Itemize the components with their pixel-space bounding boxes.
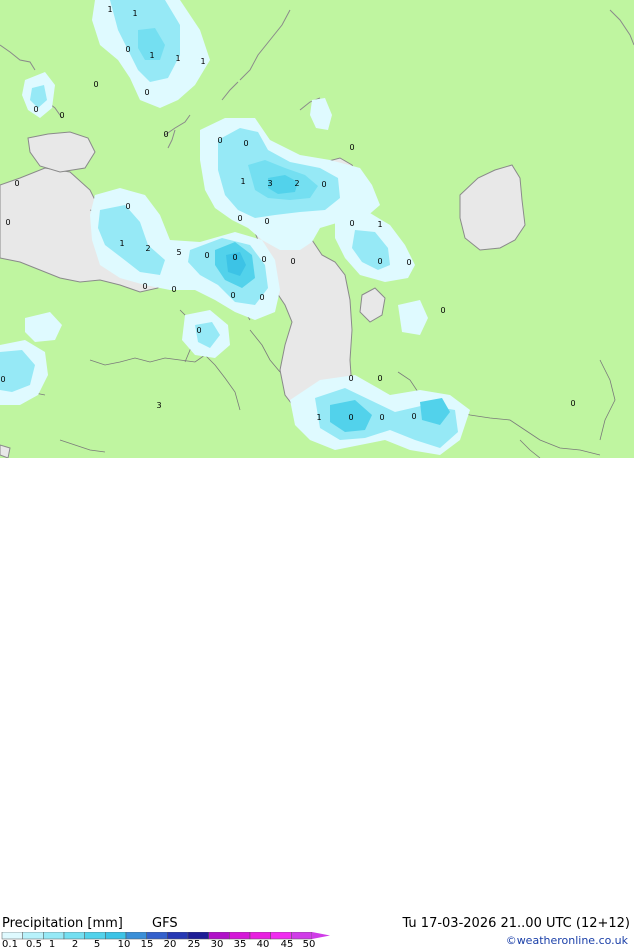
point-value: 0 bbox=[0, 375, 5, 384]
footer: Precipitation [mm] GFS Tu 17-03-2026 21.… bbox=[0, 458, 634, 950]
point-value: 0 bbox=[204, 251, 209, 260]
legend-label: 40 bbox=[256, 939, 270, 950]
legend-label: 10 bbox=[117, 939, 131, 950]
legend-swatch bbox=[229, 932, 251, 940]
legend-label: 0.1 bbox=[2, 939, 18, 950]
credit-link[interactable]: ©weatheronline.co.uk bbox=[506, 934, 628, 947]
point-value: 0 bbox=[5, 218, 10, 227]
precipitation-map: 1 1 1 0 1 1 0 0 0 0 0 0 0 0 1 3 2 0 0 0 0 0 0 1 0 1 2 5 0 0 0 0 0 0 0 0 0 0 0 0… bbox=[0, 0, 634, 458]
legend-swatch bbox=[187, 932, 209, 940]
map-canvas: 1 1 1 0 1 1 0 0 0 0 0 0 0 0 1 3 2 0 0 0 0 0 0 1 0 1 2 5 0 0 0 0 0 0 0 0 0 0 0 0… bbox=[0, 0, 634, 458]
point-value: 0 bbox=[125, 202, 130, 211]
point-value: 0 bbox=[570, 399, 575, 408]
legend-label: 20 bbox=[163, 939, 177, 950]
legend-label: 15 bbox=[140, 939, 154, 950]
model-name: GFS bbox=[152, 916, 178, 931]
point-value: 1 bbox=[377, 220, 382, 229]
legend-swatch bbox=[249, 932, 271, 940]
legend-swatch bbox=[1, 932, 23, 940]
point-value: 0 bbox=[125, 45, 130, 54]
point-value: 0 bbox=[217, 136, 222, 145]
point-value: 0 bbox=[59, 111, 64, 120]
point-value: 5 bbox=[176, 248, 181, 257]
point-value: 1 bbox=[316, 413, 321, 422]
point-value: 0 bbox=[171, 285, 176, 294]
point-value: 0 bbox=[259, 293, 264, 302]
legend-label: 25 bbox=[187, 939, 201, 950]
point-value: 0 bbox=[290, 257, 295, 266]
legend-swatch bbox=[105, 932, 127, 940]
point-value: 0 bbox=[411, 412, 416, 421]
point-value: 0 bbox=[144, 88, 149, 97]
point-value: 1 bbox=[119, 239, 124, 248]
point-value: 0 bbox=[377, 257, 382, 266]
point-value: 2 bbox=[294, 179, 299, 188]
point-value: 2 bbox=[145, 244, 150, 253]
legend-swatch bbox=[208, 932, 230, 940]
point-value: 0 bbox=[237, 214, 242, 223]
point-value: 1 bbox=[240, 177, 245, 186]
point-value: 0 bbox=[264, 217, 269, 226]
point-value: 0 bbox=[230, 291, 235, 300]
point-value: 0 bbox=[14, 179, 19, 188]
legend-label: 1 bbox=[48, 939, 56, 950]
legend-label: 30 bbox=[210, 939, 224, 950]
legend-swatch bbox=[167, 932, 189, 940]
point-value: 0 bbox=[33, 105, 38, 114]
point-value: 1 bbox=[132, 9, 137, 18]
point-value: 1 bbox=[107, 5, 112, 14]
legend-swatch bbox=[22, 932, 44, 940]
point-value: 0 bbox=[349, 143, 354, 152]
legend-swatch bbox=[270, 932, 292, 940]
point-value: 0 bbox=[243, 139, 248, 148]
forecast-datetime: Tu 17-03-2026 21..00 UTC (12+12) bbox=[402, 916, 630, 931]
point-value: 0 bbox=[348, 374, 353, 383]
point-value: 0 bbox=[142, 282, 147, 291]
point-value: 0 bbox=[232, 253, 237, 262]
legend-label: 45 bbox=[280, 939, 294, 950]
point-value: 0 bbox=[349, 219, 354, 228]
legend-swatch bbox=[125, 932, 147, 940]
legend-label: 2 bbox=[71, 939, 79, 950]
legend-label: 35 bbox=[233, 939, 247, 950]
legend-swatch bbox=[146, 932, 168, 940]
point-value: 0 bbox=[321, 180, 326, 189]
legend-label: 5 bbox=[93, 939, 101, 950]
point-value: 3 bbox=[156, 401, 161, 410]
legend-swatch bbox=[84, 932, 106, 940]
point-value: 0 bbox=[406, 258, 411, 267]
point-value: 1 bbox=[149, 51, 154, 60]
point-value: 0 bbox=[163, 130, 168, 139]
point-value: 0 bbox=[440, 306, 445, 315]
point-value: 0 bbox=[379, 413, 384, 422]
legend-swatch bbox=[43, 932, 65, 940]
legend-swatch bbox=[291, 932, 313, 940]
point-value: 0 bbox=[196, 326, 201, 335]
point-value: 1 bbox=[200, 57, 205, 66]
point-value: 0 bbox=[377, 374, 382, 383]
point-value: 0 bbox=[348, 413, 353, 422]
legend-swatch bbox=[63, 932, 85, 940]
map-title: Precipitation [mm] bbox=[2, 916, 123, 931]
point-value: 0 bbox=[261, 255, 266, 264]
legend-label: 0.5 bbox=[26, 939, 42, 950]
point-value: 1 bbox=[175, 54, 180, 63]
legend-label: 50 bbox=[302, 939, 316, 950]
legend-arrow bbox=[312, 932, 330, 939]
point-value: 3 bbox=[267, 179, 272, 188]
point-value: 0 bbox=[93, 80, 98, 89]
